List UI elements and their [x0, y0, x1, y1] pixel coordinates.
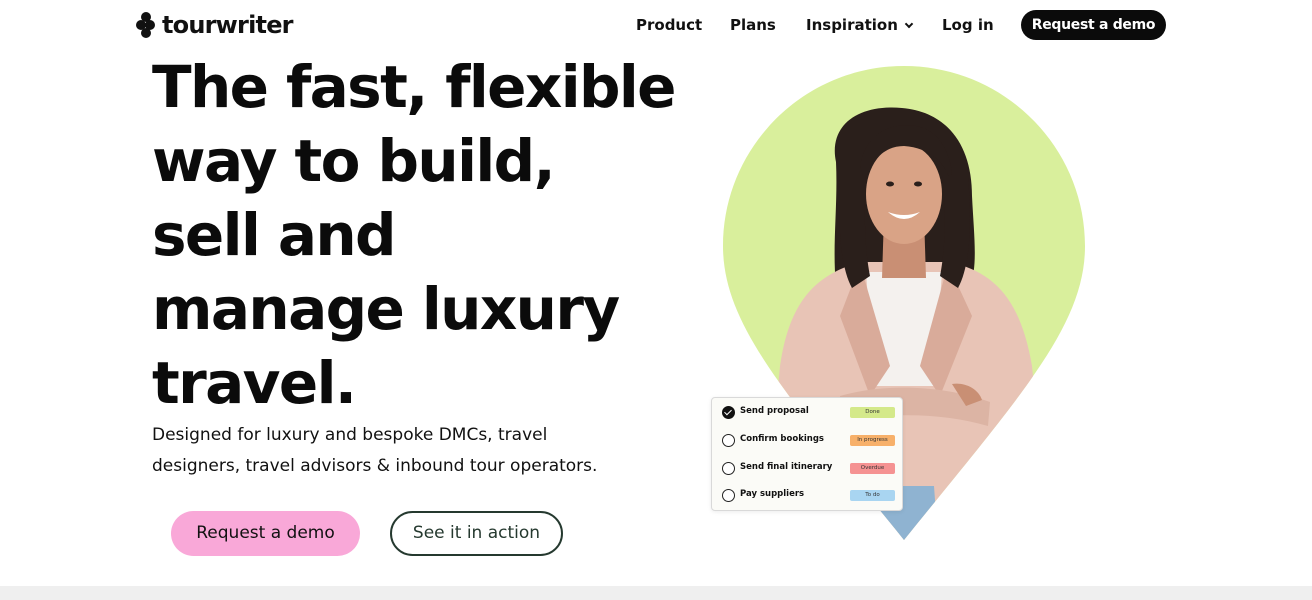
subtext-line: Designed for luxury and bespoke DMCs, tr… [152, 425, 548, 445]
status-badge: To do [850, 490, 895, 501]
unchecked-circle-icon[interactable] [722, 489, 735, 502]
task-label: Send proposal [740, 406, 809, 416]
see-it-in-action-button[interactable]: See it in action [390, 511, 563, 556]
list-item: Send proposal Done [712, 399, 902, 426]
headline-line: travel. [152, 349, 357, 417]
status-badge: In progress [850, 435, 895, 446]
chevron-down-icon [904, 19, 914, 29]
task-checklist-card: Send proposal Done Confirm bookings In p… [711, 397, 903, 511]
list-item: Pay suppliers To do [712, 482, 902, 509]
next-section-band [0, 586, 1312, 600]
nav-item-login[interactable]: Log in [942, 10, 994, 40]
unchecked-circle-icon[interactable] [722, 434, 735, 447]
task-label: Confirm bookings [740, 434, 824, 444]
nav-item-inspiration-label: Inspiration [806, 16, 898, 34]
hero-subtext: Designed for luxury and bespoke DMCs, tr… [152, 420, 672, 482]
status-badge: Overdue [850, 463, 895, 474]
unchecked-circle-icon[interactable] [722, 462, 735, 475]
nav-item-product[interactable]: Product [636, 10, 702, 40]
headline-line: manage luxury [152, 275, 620, 343]
status-badge: Done [850, 407, 895, 418]
list-item: Confirm bookings In progress [712, 427, 902, 454]
request-demo-nav-button[interactable]: Request a demo [1021, 10, 1166, 40]
task-label: Send final itinerary [740, 462, 833, 472]
nav-item-inspiration[interactable]: Inspiration [806, 10, 914, 40]
task-label: Pay suppliers [740, 489, 805, 499]
headline-line: sell and [152, 201, 397, 269]
headline-line: way to build, [152, 127, 556, 195]
subtext-line: designers, travel advisors & inbound tou… [152, 456, 598, 476]
site-header: tourwriter Product Plans Inspiration Log… [0, 0, 1312, 50]
list-item: Send final itinerary Overdue [712, 455, 902, 482]
headline-line: The fast, flexible [152, 53, 677, 121]
request-demo-button[interactable]: Request a demo [171, 511, 360, 556]
checked-circle-icon[interactable] [722, 406, 735, 419]
hero-headline: The fast, flexible way to build, sell an… [152, 50, 712, 420]
nav-item-plans[interactable]: Plans [730, 10, 776, 40]
